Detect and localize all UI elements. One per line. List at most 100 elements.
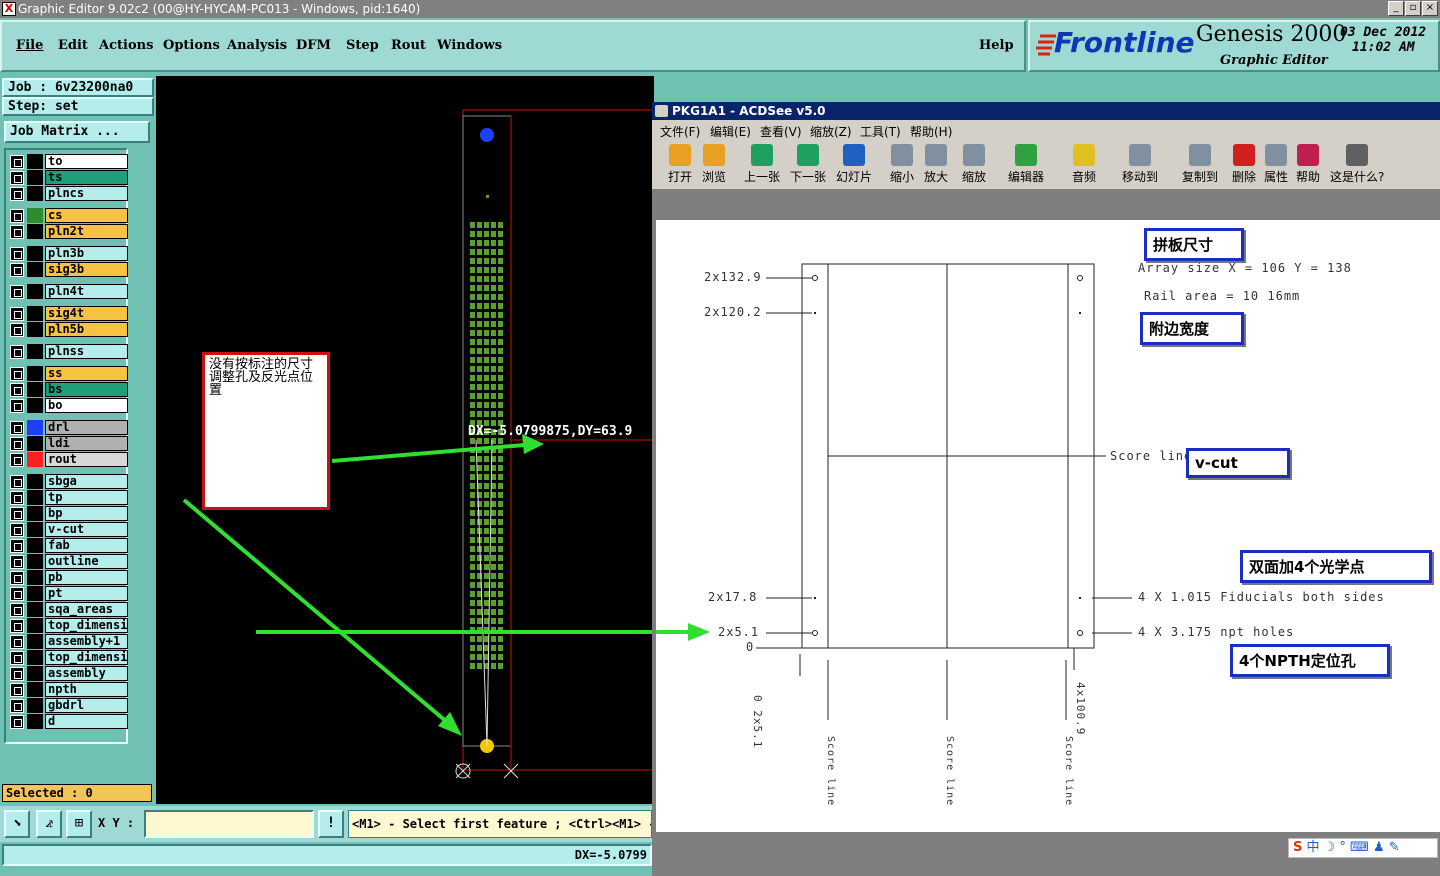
layer-checkbox[interactable] — [10, 263, 24, 277]
layer-checkbox[interactable] — [10, 507, 24, 521]
layer-name[interactable]: pb — [45, 570, 128, 585]
layer-row-19[interactable]: bp — [10, 506, 128, 521]
layer-row-18[interactable]: tp — [10, 490, 128, 505]
acdsee-tool-audio-button[interactable]: 音频 — [1072, 144, 1096, 185]
layer-name[interactable]: v-cut — [45, 522, 128, 537]
layer-checkbox[interactable] — [10, 715, 24, 729]
layer-row-29[interactable]: assembly — [10, 666, 128, 681]
layer-name[interactable]: bp — [45, 506, 128, 521]
layer-row-23[interactable]: pb — [10, 570, 128, 585]
acdsee-tool-slideshow-button[interactable]: 幻灯片 — [836, 144, 872, 185]
measure-tool-icon[interactable]: ⦨ — [36, 810, 62, 838]
layer-name[interactable]: ts — [45, 170, 128, 185]
layer-name[interactable]: cs — [45, 208, 128, 223]
layer-checkbox[interactable] — [10, 285, 24, 299]
layer-name[interactable]: ss — [45, 366, 128, 381]
layer-row-28[interactable]: top_dimensio — [10, 650, 128, 665]
layer-checkbox[interactable] — [10, 247, 24, 261]
layer-row-17[interactable]: sbga — [10, 474, 128, 489]
acdsee-tool-copy-button[interactable]: 复制到 — [1182, 144, 1218, 185]
acdsee-tool-browse-button[interactable]: 浏览 — [702, 144, 726, 185]
acdsee-menu-4[interactable]: 工具(T) — [860, 123, 901, 140]
layer-row-1[interactable]: ts — [10, 170, 128, 185]
layer-name[interactable]: sig4t — [45, 306, 128, 321]
layer-checkbox[interactable] — [10, 399, 24, 413]
acdsee-tool-zoom-button[interactable]: 缩放 — [962, 144, 986, 185]
layer-name[interactable]: pt — [45, 586, 128, 601]
grid-tool-icon[interactable]: ⊞ — [66, 810, 92, 838]
layer-checkbox[interactable] — [10, 187, 24, 201]
layer-name[interactable]: fab — [45, 538, 128, 553]
menu-actions[interactable]: Actions — [99, 38, 153, 53]
layer-name[interactable]: sbga — [45, 474, 128, 489]
image-viewer[interactable]: 2x132.9 2x120.2 2x17.8 2x5.1 0 Array siz… — [256, 220, 1440, 832]
acdsee-menu-2[interactable]: 查看(V) — [760, 123, 802, 140]
minimize-button[interactable]: _ — [1388, 1, 1404, 16]
layer-checkbox[interactable] — [10, 155, 24, 169]
layer-checkbox[interactable] — [10, 367, 24, 381]
layer-name[interactable]: npth — [45, 682, 128, 697]
layer-name[interactable]: ldi — [45, 436, 128, 451]
menu-analysis[interactable]: Analysis — [227, 38, 287, 53]
layer-name[interactable]: sqa_areas — [45, 602, 128, 617]
layer-name[interactable]: assembly+1 — [45, 634, 128, 649]
layer-name[interactable]: tp — [45, 490, 128, 505]
layer-row-10[interactable]: plnss — [10, 344, 128, 359]
layer-row-27[interactable]: assembly+1 — [10, 634, 128, 649]
layer-row-11[interactable]: ss — [10, 366, 128, 381]
acdsee-tool-help-book-button[interactable]: 帮助 — [1296, 144, 1320, 185]
layer-checkbox[interactable] — [10, 437, 24, 451]
layer-row-20[interactable]: v-cut — [10, 522, 128, 537]
layer-checkbox[interactable] — [10, 699, 24, 713]
acdsee-tool-editor-button[interactable]: 编辑器 — [1008, 144, 1044, 185]
layer-row-3[interactable]: cs — [10, 208, 128, 223]
layer-checkbox[interactable] — [10, 475, 24, 489]
menu-dfm[interactable]: DFM — [296, 38, 331, 53]
layer-name[interactable]: gbdrl — [45, 698, 128, 713]
layer-name[interactable]: top_dimensio — [45, 618, 128, 633]
layer-checkbox[interactable] — [10, 555, 24, 569]
layer-name[interactable]: rout — [45, 452, 128, 467]
ime-toolbar[interactable]: S 中 ☽ ° ⌨ ♟ ✎ — [1288, 838, 1438, 858]
maximize-button[interactable]: ▫ — [1405, 1, 1421, 16]
layer-checkbox[interactable] — [10, 421, 24, 435]
acdsee-menu-3[interactable]: 缩放(Z) — [810, 123, 852, 140]
layer-row-8[interactable]: sig4t — [10, 306, 128, 321]
menu-help[interactable]: Help — [979, 38, 1014, 53]
coords-input[interactable] — [144, 810, 314, 838]
layer-row-32[interactable]: d — [10, 714, 128, 729]
layer-checkbox[interactable] — [10, 209, 24, 223]
graphic-canvas[interactable]: DX=-5.0799875,DY=63.9 没有按标注的尺寸调整孔及反光点位置 — [156, 76, 654, 804]
layer-row-26[interactable]: top_dimensio — [10, 618, 128, 633]
layer-row-9[interactable]: pln5b — [10, 322, 128, 337]
job-matrix-button[interactable]: Job Matrix ... — [4, 121, 150, 143]
layer-name[interactable]: plncs — [45, 186, 128, 201]
layer-checkbox[interactable] — [10, 651, 24, 665]
acdsee-tool-properties-button[interactable]: 属性 — [1264, 144, 1288, 185]
menu-rout[interactable]: Rout — [391, 38, 426, 53]
close-button[interactable]: × — [1422, 1, 1438, 16]
layer-row-21[interactable]: fab — [10, 538, 128, 553]
layer-row-5[interactable]: pln3b — [10, 246, 128, 261]
layer-name[interactable]: bo — [45, 398, 128, 413]
layer-checkbox[interactable] — [10, 587, 24, 601]
layer-name[interactable]: sig3b — [45, 262, 128, 277]
layer-checkbox[interactable] — [10, 667, 24, 681]
layer-checkbox[interactable] — [10, 523, 24, 537]
acdsee-tool-folder-open-button[interactable]: 打开 — [668, 144, 692, 185]
layer-name[interactable]: assembly — [45, 666, 128, 681]
layer-name[interactable]: pln3b — [45, 246, 128, 261]
layer-name[interactable]: outline — [45, 554, 128, 569]
acdsee-menu-1[interactable]: 编辑(E) — [710, 123, 751, 140]
layer-row-0[interactable]: to — [10, 154, 128, 169]
layer-checkbox[interactable] — [10, 539, 24, 553]
layer-checkbox[interactable] — [10, 323, 24, 337]
layer-name[interactable]: plnss — [45, 344, 128, 359]
select-tool-icon[interactable]: ⬊ — [4, 810, 30, 838]
menu-step[interactable]: Step — [346, 38, 379, 53]
layer-row-13[interactable]: bo — [10, 398, 128, 413]
layer-row-30[interactable]: npth — [10, 682, 128, 697]
layer-row-2[interactable]: plncs — [10, 186, 128, 201]
layer-row-12[interactable]: bs — [10, 382, 128, 397]
acdsee-tool-zoom-in-button[interactable]: 放大 — [924, 144, 948, 185]
